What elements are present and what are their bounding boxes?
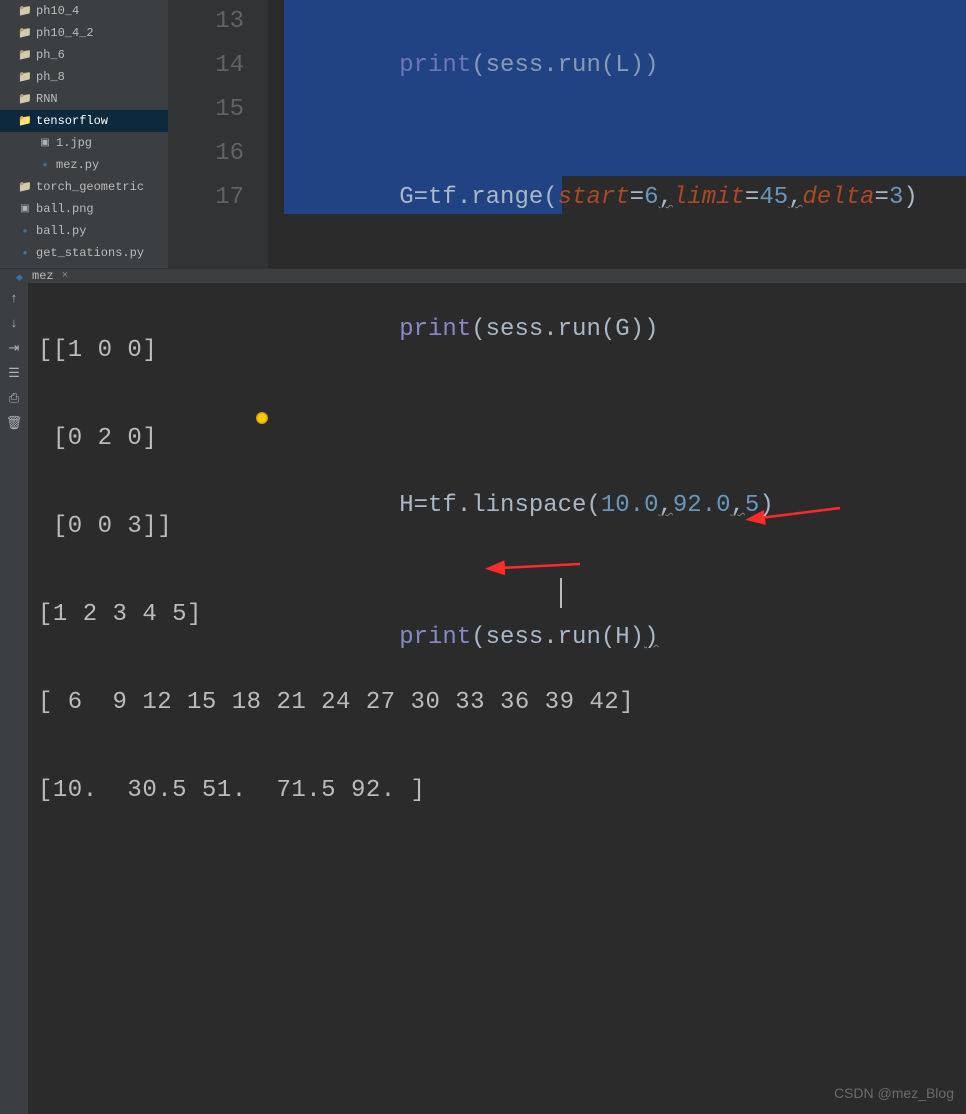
tree-item[interactable]: ph_6 xyxy=(0,44,168,66)
print-icon[interactable]: ⎙ xyxy=(9,391,19,406)
close-icon[interactable]: × xyxy=(62,270,69,282)
tree-item[interactable]: ph10_4_2 xyxy=(0,22,168,44)
folder-icon xyxy=(18,4,32,18)
python-icon xyxy=(16,270,28,282)
python-icon xyxy=(18,246,32,260)
tree-item[interactable]: mez.py xyxy=(0,154,168,176)
tree-item[interactable]: RNN xyxy=(0,88,168,110)
tree-item[interactable]: ball.png xyxy=(0,198,168,220)
code-editor[interactable]: 13 14 15 16 17 print(sess.run(L)) G=tf.r… xyxy=(168,0,966,268)
text-caret xyxy=(560,578,562,608)
image-icon xyxy=(18,202,32,216)
run-tab[interactable]: mez × xyxy=(8,269,76,283)
intention-bulb-icon[interactable] xyxy=(256,412,268,424)
output-line: [ 6 9 12 15 18 21 24 27 30 33 36 39 42] xyxy=(38,681,956,725)
output-line: [10. 30.5 51. 71.5 92. ] xyxy=(38,769,956,813)
folder-icon xyxy=(18,70,32,84)
tree-item[interactable]: ph_8 xyxy=(0,66,168,88)
annotation-arrow-icon xyxy=(408,505,584,637)
project-tree[interactable]: ph10_4 ph10_4_2 ph_6 ph_8 RNN tensorflow… xyxy=(0,0,168,268)
tree-item[interactable]: 1.jpg xyxy=(0,132,168,154)
python-icon xyxy=(38,158,52,172)
folder-icon xyxy=(18,26,32,40)
folder-icon xyxy=(18,114,32,128)
annotation-arrow-icon xyxy=(668,453,844,585)
tree-item[interactable]: torch_geometric xyxy=(0,176,168,198)
python-icon xyxy=(18,224,32,238)
code-area[interactable]: print(sess.run(L)) G=tf.range(start=6,li… xyxy=(268,0,966,268)
tree-item[interactable]: ph10_4 xyxy=(0,0,168,22)
watermark: CSDN @mez_Blog xyxy=(834,1071,954,1114)
image-icon xyxy=(38,136,52,150)
down-icon[interactable]: ↓ xyxy=(10,316,18,331)
console-toolbar: ↑ ↓ ⇥ ☰ ⎙ 🗑 xyxy=(0,283,28,1114)
trash-icon[interactable]: 🗑 xyxy=(6,416,23,431)
folder-icon xyxy=(18,92,32,106)
folder-icon xyxy=(18,180,32,194)
console-output[interactable]: [[1 0 0] [0 2 0] [0 0 3]] [1 2 3 4 5] [ … xyxy=(28,283,966,1114)
wrap-icon[interactable]: ⇥ xyxy=(9,341,20,356)
code-line[interactable]: print(sess.run(L)) xyxy=(268,0,966,132)
tree-item-selected[interactable]: tensorflow xyxy=(0,110,168,132)
tree-item[interactable]: get_stations.py xyxy=(0,242,168,264)
code-line[interactable]: G=tf.range(start=6,limit=45,delta=3) xyxy=(268,132,966,264)
line-gutter: 13 14 15 16 17 xyxy=(168,0,268,268)
soft-wrap-icon[interactable]: ☰ xyxy=(8,366,20,381)
folder-icon xyxy=(18,48,32,62)
tree-item[interactable]: ball.py xyxy=(0,220,168,242)
up-icon[interactable]: ↑ xyxy=(10,291,18,306)
